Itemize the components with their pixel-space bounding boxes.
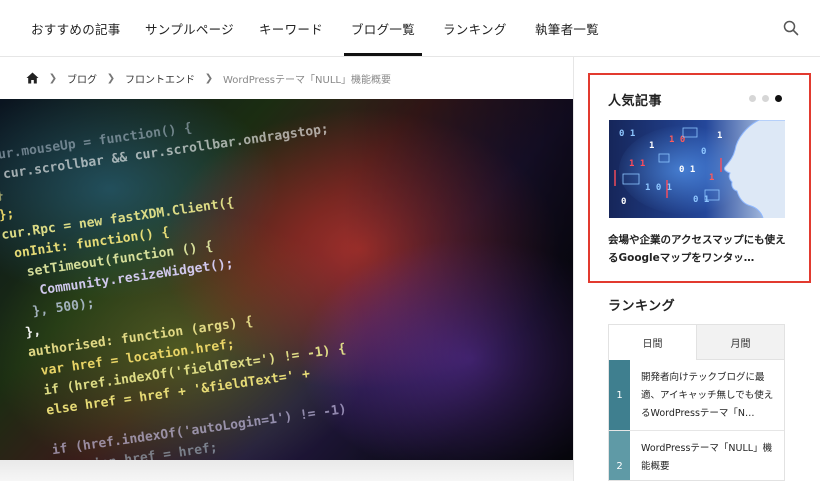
chevron-right-icon: ❯ [106,72,116,84]
ranking-tabs: 日間 月間 [608,324,785,360]
carousel-dot-2[interactable] [762,95,769,102]
svg-text:0 1: 0 1 [619,129,635,139]
popular-article-title[interactable]: 会場や企業のアクセスマップにも使えるGoogleマップをワンタッ… [608,231,788,267]
ai-face-illustration: 0 1 1 1 0 0 1 1 0 1 1 1 0 1 0 0 1 1 [609,120,785,218]
svg-text:0: 0 [621,197,626,207]
svg-text:0: 0 [701,147,706,157]
ranking-title: ランキング [608,299,676,314]
rank-number: 2 [609,431,630,480]
carousel-dot-1[interactable] [749,95,756,102]
tab-daily[interactable]: 日間 [609,325,696,360]
nav-item-keywords[interactable]: キーワード [259,19,323,38]
chevron-right-icon: ❯ [48,72,58,84]
content-bottom-edge [0,460,573,481]
ranking-item-title[interactable]: 開発者向けテックブログに最適、アイキャッチ無しでも使えるWordPressテーマ… [641,369,781,423]
ranking-item-title[interactable]: WordPressテーマ「NULL」機能概要 [641,440,781,476]
rank-number: 1 [609,360,630,430]
svg-text:1: 1 [649,141,654,151]
carousel-dot-3[interactable] [775,95,782,102]
nav-item-blog-list[interactable]: ブログ一覧 [343,19,423,56]
search-icon[interactable] [782,19,800,37]
nav-item-authors[interactable]: 執筆者一覧 [535,19,599,38]
breadcrumb-frontend[interactable]: フロントエンド [125,71,195,86]
popular-article-thumbnail[interactable]: 0 1 1 1 0 0 1 1 0 1 1 1 0 1 0 0 1 1 [609,120,785,218]
ranking-item[interactable]: 1 開発者向けテックブログに最適、アイキャッチ無しでも使えるWordPressテ… [609,360,784,431]
tab-monthly[interactable]: 月間 [696,325,784,360]
home-icon[interactable] [26,72,39,84]
breadcrumb-current: WordPressテーマ「NULL」機能概要 [223,74,391,86]
ranking-item[interactable]: 2 WordPressテーマ「NULL」機能概要 [609,431,784,480]
svg-text:1 0 1: 1 0 1 [645,183,672,193]
svg-text:1: 1 [717,131,722,141]
svg-text:1 1: 1 1 [629,159,645,169]
breadcrumb: ❯ ブログ ❯ フロントエンド ❯ WordPressテーマ「NULL」機能概要 [26,70,391,86]
hero-image: cur.mouseUp = function() {cur.scrollbar … [0,99,573,460]
popular-articles-title: 人気記事 [608,94,663,109]
nav-item-sample-page[interactable]: サンプルページ [145,19,234,38]
breadcrumb-blog[interactable]: ブログ [67,71,97,86]
chevron-right-icon: ❯ [204,72,214,84]
ranking-list: 1 開発者向けテックブログに最適、アイキャッチ無しでも使えるWordPressテ… [608,360,785,481]
svg-text:0 1: 0 1 [679,165,695,175]
sidebar-divider [573,57,574,481]
code-screenshot-image: cur.mouseUp = function() {cur.scrollbar … [0,99,573,460]
global-nav: おすすめの記事 サンプルページ キーワード ブログ一覧 ランキング 執筆者一覧 [0,0,820,57]
nav-item-recommended[interactable]: おすすめの記事 [31,19,121,38]
svg-text:1: 1 [709,173,714,183]
nav-item-ranking[interactable]: ランキング [443,19,507,38]
